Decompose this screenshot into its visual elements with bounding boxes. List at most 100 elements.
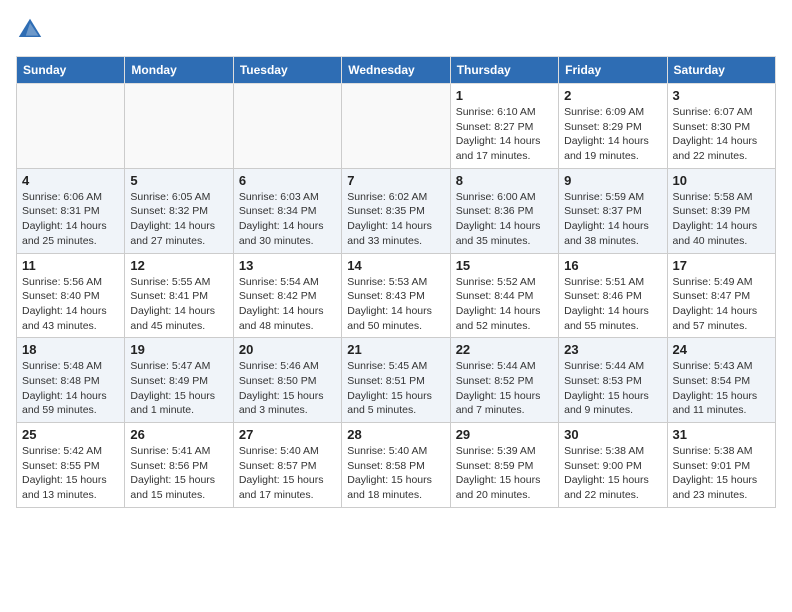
day-info: Sunrise: 5:40 AM Sunset: 8:58 PM Dayligh… [347,444,444,503]
day-of-week-header: Monday [125,57,233,84]
day-number: 23 [564,342,661,357]
day-number: 16 [564,258,661,273]
day-info: Sunrise: 6:07 AM Sunset: 8:30 PM Dayligh… [673,105,770,164]
calendar-cell: 2 Sunrise: 6:09 AM Sunset: 8:29 PM Daylig… [559,84,667,169]
day-number: 21 [347,342,444,357]
day-info: Sunrise: 5:43 AM Sunset: 8:54 PM Dayligh… [673,359,770,418]
day-info: Sunrise: 5:42 AM Sunset: 8:55 PM Dayligh… [22,444,119,503]
calendar-cell: 28 Sunrise: 5:40 AM Sunset: 8:58 PM Dayli… [342,423,450,508]
calendar-cell: 17 Sunrise: 5:49 AM Sunset: 8:47 PM Dayli… [667,253,775,338]
day-info: Sunrise: 5:59 AM Sunset: 8:37 PM Dayligh… [564,190,661,249]
calendar-cell: 1Sunrise: 6:10 AM Sunset: 8:27 PM Daylig… [450,84,558,169]
calendar-week-row: 11Sunrise: 5:56 AM Sunset: 8:40 PM Dayli… [17,253,776,338]
day-number: 25 [22,427,119,442]
calendar-cell: 3Sunrise: 6:07 AM Sunset: 8:30 PM Daylig… [667,84,775,169]
calendar-cell: 5 Sunrise: 6:05 AM Sunset: 8:32 PM Daylig… [125,168,233,253]
calendar-cell: 18 Sunrise: 5:48 AM Sunset: 8:48 PM Dayli… [17,338,125,423]
logo [16,16,48,44]
page-header [16,16,776,44]
calendar-cell: 26 Sunrise: 5:41 AM Sunset: 8:56 PM Dayli… [125,423,233,508]
day-number: 18 [22,342,119,357]
calendar-cell: 6 Sunrise: 6:03 AM Sunset: 8:34 PM Daylig… [233,168,341,253]
calendar-header-row: SundayMondayTuesdayWednesdayThursdayFrid… [17,57,776,84]
day-info: Sunrise: 6:02 AM Sunset: 8:35 PM Dayligh… [347,190,444,249]
calendar-cell: 8 Sunrise: 6:00 AM Sunset: 8:36 PM Daylig… [450,168,558,253]
day-info: Sunrise: 6:00 AM Sunset: 8:36 PM Dayligh… [456,190,553,249]
day-number: 8 [456,173,553,188]
day-number: 30 [564,427,661,442]
day-info: Sunrise: 5:54 AM Sunset: 8:42 PM Dayligh… [239,275,336,334]
calendar-cell: 23 Sunrise: 5:44 AM Sunset: 8:53 PM Dayli… [559,338,667,423]
calendar-cell [17,84,125,169]
day-info: Sunrise: 5:39 AM Sunset: 8:59 PM Dayligh… [456,444,553,503]
calendar-cell [342,84,450,169]
day-info: Sunrise: 5:51 AM Sunset: 8:46 PM Dayligh… [564,275,661,334]
day-of-week-header: Tuesday [233,57,341,84]
calendar-cell: 4Sunrise: 6:06 AM Sunset: 8:31 PM Daylig… [17,168,125,253]
day-number: 11 [22,258,119,273]
day-info: Sunrise: 6:09 AM Sunset: 8:29 PM Dayligh… [564,105,661,164]
calendar-cell: 15 Sunrise: 5:52 AM Sunset: 8:44 PM Dayli… [450,253,558,338]
day-number: 9 [564,173,661,188]
calendar-cell: 31 Sunrise: 5:38 AM Sunset: 9:01 PM Dayli… [667,423,775,508]
day-info: Sunrise: 5:40 AM Sunset: 8:57 PM Dayligh… [239,444,336,503]
day-info: Sunrise: 5:38 AM Sunset: 9:01 PM Dayligh… [673,444,770,503]
calendar-table: SundayMondayTuesdayWednesdayThursdayFrid… [16,56,776,508]
calendar-week-row: 4Sunrise: 6:06 AM Sunset: 8:31 PM Daylig… [17,168,776,253]
calendar-week-row: 1Sunrise: 6:10 AM Sunset: 8:27 PM Daylig… [17,84,776,169]
day-of-week-header: Thursday [450,57,558,84]
calendar-cell [233,84,341,169]
day-info: Sunrise: 6:05 AM Sunset: 8:32 PM Dayligh… [130,190,227,249]
day-info: Sunrise: 5:41 AM Sunset: 8:56 PM Dayligh… [130,444,227,503]
calendar-cell: 13 Sunrise: 5:54 AM Sunset: 8:42 PM Dayli… [233,253,341,338]
calendar-cell: 14 Sunrise: 5:53 AM Sunset: 8:43 PM Dayli… [342,253,450,338]
day-number: 24 [673,342,770,357]
day-number: 15 [456,258,553,273]
day-of-week-header: Friday [559,57,667,84]
calendar-week-row: 18 Sunrise: 5:48 AM Sunset: 8:48 PM Dayli… [17,338,776,423]
calendar-cell: 27 Sunrise: 5:40 AM Sunset: 8:57 PM Dayli… [233,423,341,508]
calendar-cell: 11Sunrise: 5:56 AM Sunset: 8:40 PM Dayli… [17,253,125,338]
calendar-cell: 20Sunrise: 5:46 AM Sunset: 8:50 PM Dayli… [233,338,341,423]
day-number: 27 [239,427,336,442]
calendar-cell: 24 Sunrise: 5:43 AM Sunset: 8:54 PM Dayli… [667,338,775,423]
day-number: 19 [130,342,227,357]
day-number: 6 [239,173,336,188]
calendar-cell: 25 Sunrise: 5:42 AM Sunset: 8:55 PM Dayli… [17,423,125,508]
calendar-cell: 19 Sunrise: 5:47 AM Sunset: 8:49 PM Dayli… [125,338,233,423]
day-number: 7 [347,173,444,188]
day-info: Sunrise: 5:44 AM Sunset: 8:53 PM Dayligh… [564,359,661,418]
day-info: Sunrise: 5:45 AM Sunset: 8:51 PM Dayligh… [347,359,444,418]
day-of-week-header: Saturday [667,57,775,84]
day-number: 10 [673,173,770,188]
calendar-cell: 10 Sunrise: 5:58 AM Sunset: 8:39 PM Dayli… [667,168,775,253]
day-info: Sunrise: 6:06 AM Sunset: 8:31 PM Dayligh… [22,190,119,249]
day-number: 31 [673,427,770,442]
calendar-cell: 7 Sunrise: 6:02 AM Sunset: 8:35 PM Daylig… [342,168,450,253]
day-number: 26 [130,427,227,442]
calendar-cell [125,84,233,169]
day-info: Sunrise: 5:52 AM Sunset: 8:44 PM Dayligh… [456,275,553,334]
day-number: 22 [456,342,553,357]
day-info: Sunrise: 5:47 AM Sunset: 8:49 PM Dayligh… [130,359,227,418]
day-info: Sunrise: 5:58 AM Sunset: 8:39 PM Dayligh… [673,190,770,249]
day-number: 13 [239,258,336,273]
calendar-cell: 30Sunrise: 5:38 AM Sunset: 9:00 PM Dayli… [559,423,667,508]
day-info: Sunrise: 6:03 AM Sunset: 8:34 PM Dayligh… [239,190,336,249]
day-number: 5 [130,173,227,188]
day-number: 1 [456,88,553,103]
calendar-cell: 21 Sunrise: 5:45 AM Sunset: 8:51 PM Dayli… [342,338,450,423]
calendar-cell: 9 Sunrise: 5:59 AM Sunset: 8:37 PM Daylig… [559,168,667,253]
calendar-week-row: 25 Sunrise: 5:42 AM Sunset: 8:55 PM Dayli… [17,423,776,508]
day-info: Sunrise: 5:53 AM Sunset: 8:43 PM Dayligh… [347,275,444,334]
day-info: Sunrise: 5:48 AM Sunset: 8:48 PM Dayligh… [22,359,119,418]
day-of-week-header: Wednesday [342,57,450,84]
day-number: 28 [347,427,444,442]
day-info: Sunrise: 5:44 AM Sunset: 8:52 PM Dayligh… [456,359,553,418]
day-number: 2 [564,88,661,103]
day-number: 17 [673,258,770,273]
day-info: Sunrise: 5:49 AM Sunset: 8:47 PM Dayligh… [673,275,770,334]
day-number: 14 [347,258,444,273]
day-number: 12 [130,258,227,273]
calendar-cell: 16 Sunrise: 5:51 AM Sunset: 8:46 PM Dayli… [559,253,667,338]
